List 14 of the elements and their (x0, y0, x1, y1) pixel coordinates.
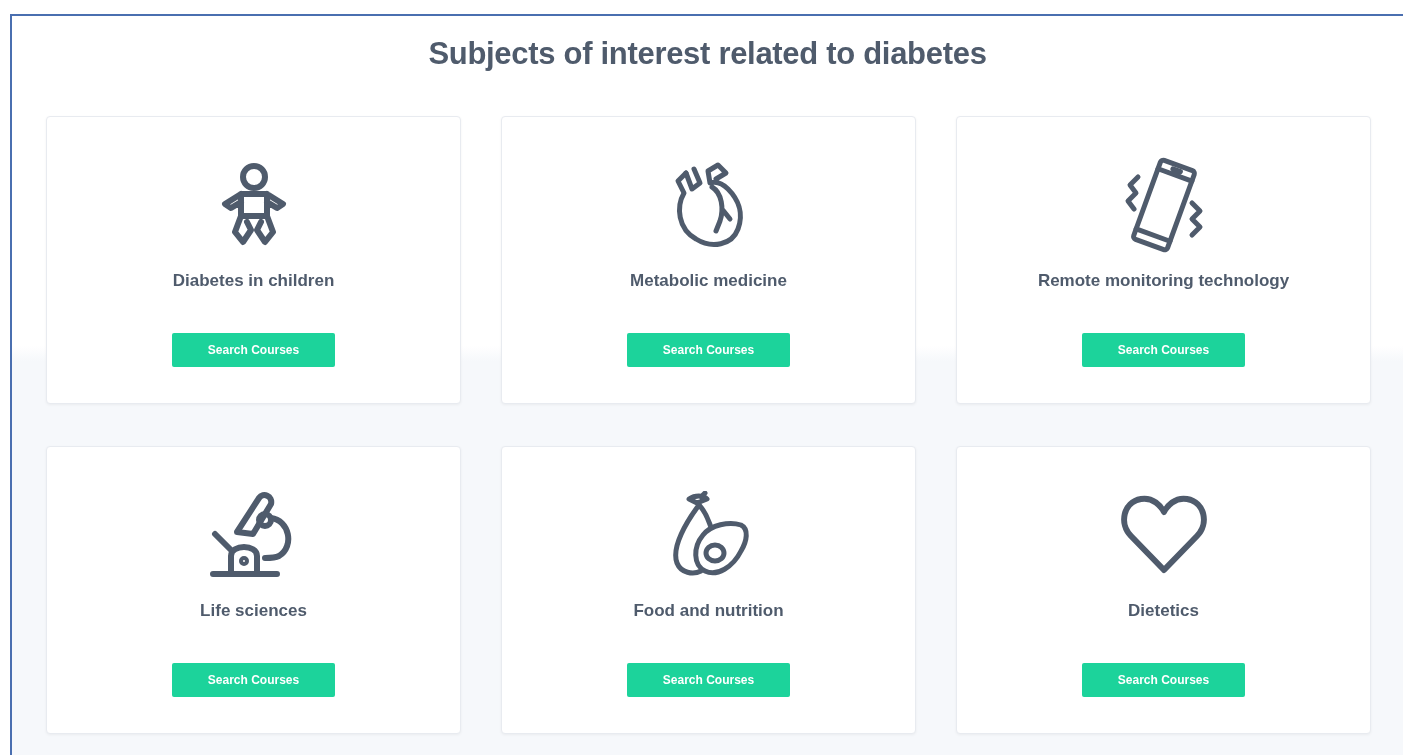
heart-icon (1118, 494, 1209, 576)
subject-title: Remote monitoring technology (1037, 271, 1290, 291)
subject-title: Life sciences (200, 601, 307, 621)
subject-title: Diabetes in children (172, 271, 335, 291)
section-heading: Subjects of interest related to diabetes (427, 35, 988, 72)
search-courses-button[interactable]: Search Courses (171, 663, 336, 697)
subject-title: Dietetics (1128, 601, 1199, 621)
search-courses-button[interactable]: Search Courses (626, 663, 791, 697)
subject-title: Metabolic medicine (630, 271, 787, 291)
search-courses-button[interactable]: Search Courses (171, 333, 336, 367)
search-courses-button[interactable]: Search Courses (1081, 663, 1246, 697)
search-courses-button[interactable]: Search Courses (1081, 333, 1246, 367)
search-courses-button[interactable]: Search Courses (626, 333, 791, 367)
subject-title: Food and nutrition (633, 601, 784, 621)
